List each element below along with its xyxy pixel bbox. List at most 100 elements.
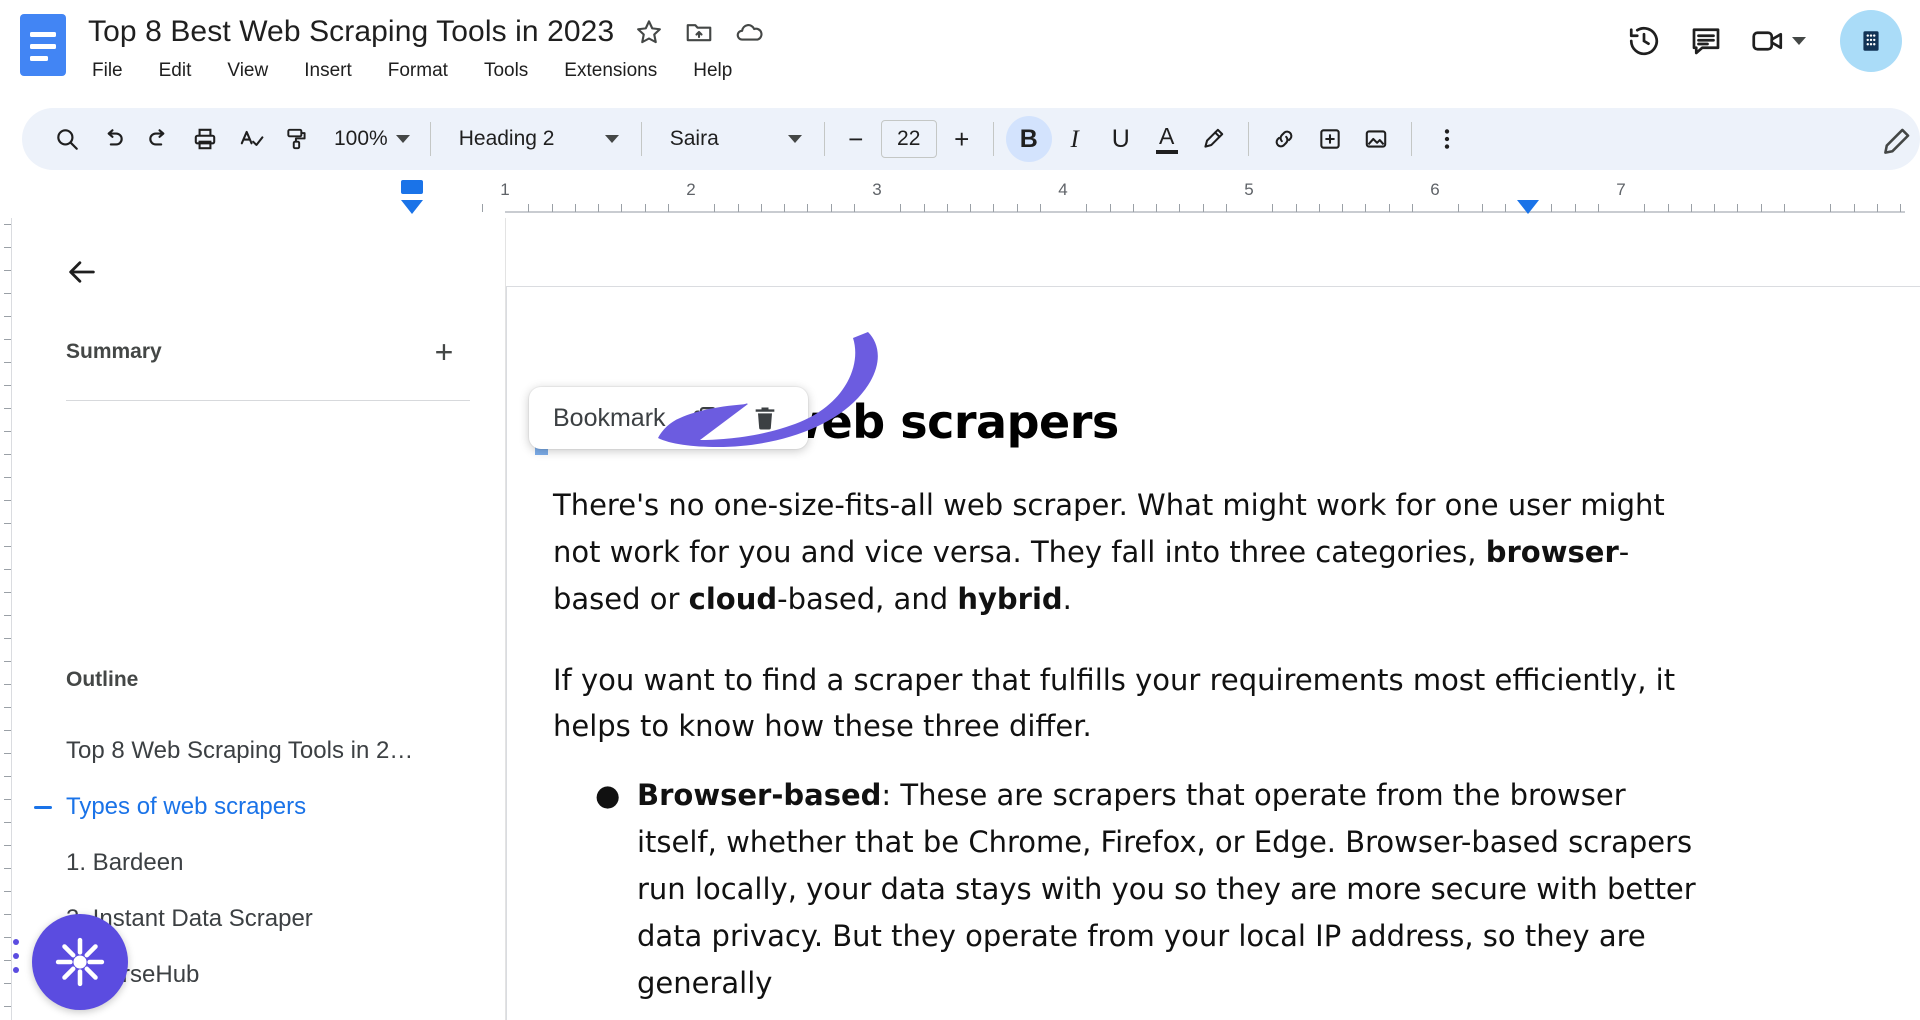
divider	[640, 122, 642, 156]
menu-item-file[interactable]: File	[88, 58, 127, 84]
vertical-ruler-tick	[4, 730, 11, 731]
increase-font-size-button[interactable]: +	[943, 120, 981, 158]
font-family-selector[interactable]: Saira	[654, 123, 812, 155]
ruler-tick	[1783, 204, 1785, 212]
search-icon[interactable]	[44, 116, 90, 162]
bold-button[interactable]: B	[1005, 116, 1052, 162]
list-item[interactable]: ● Browser-based: These are scrapers that …	[553, 772, 1713, 1007]
decrease-font-size-button[interactable]: −	[837, 120, 875, 158]
bullet-glyph-icon: ●	[595, 778, 621, 813]
star-icon[interactable]	[634, 17, 664, 47]
ruler-tick	[1086, 204, 1088, 212]
summary-label: Summary	[66, 340, 162, 363]
left-indent-marker[interactable]	[401, 200, 423, 214]
ruler-tick	[551, 204, 553, 212]
ruler-tick	[760, 204, 762, 212]
vertical-ruler-tick	[4, 454, 11, 455]
document-paragraph-1[interactable]: There's no one-size-fits-all web scraper…	[553, 482, 1713, 623]
menu-item-extensions[interactable]: Extensions	[560, 58, 661, 84]
version-history-icon[interactable]	[1626, 23, 1662, 59]
print-icon[interactable]	[182, 116, 228, 162]
sidebar-item-types-of-web-scrapers[interactable]: Types of web scrapers	[12, 779, 505, 835]
add-comment-icon[interactable]	[1307, 116, 1353, 162]
document-page[interactable]: Types of web scrapers There's no one-siz…	[506, 286, 1920, 1020]
ruler-number: 5	[1244, 180, 1254, 199]
ruler-tick	[1830, 204, 1832, 212]
undo-icon[interactable]	[90, 116, 136, 162]
cloud-saved-icon[interactable]	[734, 17, 764, 47]
move-to-folder-icon[interactable]	[684, 17, 714, 47]
paragraph-style-selector[interactable]: Heading 2	[443, 123, 629, 155]
insert-image-icon[interactable]	[1353, 116, 1399, 162]
ruler-tick	[1179, 204, 1181, 212]
menu-item-help[interactable]: Help	[689, 58, 736, 84]
comment-icon[interactable]	[1688, 23, 1724, 59]
insert-link-icon[interactable]	[1261, 116, 1307, 162]
back-arrow-icon[interactable]	[56, 246, 108, 298]
horizontal-ruler[interactable]: 1 2 3 4 5 6 7	[0, 180, 1920, 216]
video-call-icon[interactable]	[1750, 23, 1786, 59]
video-call-caret-icon[interactable]	[1792, 37, 1806, 45]
bullet-1-bold: Browser-based	[637, 778, 882, 813]
ruler-tick	[1667, 204, 1669, 212]
video-call-button[interactable]	[1750, 23, 1806, 59]
google-docs-icon[interactable]	[20, 14, 66, 76]
text-color-button[interactable]: A	[1144, 116, 1190, 162]
bookmark-popup-label: Bookmark	[553, 403, 666, 432]
sidebar-item-top-8-web-scraping-tools-in-2[interactable]: Top 8 Web Scraping Tools in 2…	[12, 723, 505, 779]
ruler-tick	[900, 204, 902, 212]
spellcheck-icon[interactable]	[228, 116, 274, 162]
font-size-input[interactable]	[880, 120, 937, 158]
add-summary-button[interactable]: +	[422, 330, 466, 374]
first-line-indent-marker[interactable]	[401, 180, 423, 194]
paint-format-icon[interactable]	[274, 116, 320, 162]
menu-item-edit[interactable]: Edit	[155, 58, 196, 84]
ruler-tick	[830, 204, 832, 212]
underline-button[interactable]: U	[1098, 116, 1144, 162]
vertical-ruler-tick	[4, 385, 11, 386]
ruler-tick	[621, 204, 623, 212]
drag-dots-icon[interactable]	[12, 934, 26, 988]
vertical-ruler-tick	[4, 822, 11, 823]
paragraph-style-value: Heading 2	[458, 127, 555, 150]
ruler-track[interactable]: 1 2 3 4 5 6 7	[401, 180, 1905, 216]
zoom-selector[interactable]: 100%	[320, 123, 418, 155]
page-title[interactable]: Top 8 Best Web Scraping Tools in 2023	[88, 15, 614, 49]
menu-bar: File Edit View Insert Format Tools Exten…	[88, 58, 736, 84]
collapse-toggle-icon[interactable]	[34, 805, 52, 809]
paragraph-1-mid-2: -based, and	[777, 581, 958, 616]
menu-item-view[interactable]: View	[223, 58, 272, 84]
ruler-number: 1	[500, 180, 510, 199]
vertical-ruler-tick	[4, 477, 11, 478]
redo-icon[interactable]	[136, 116, 182, 162]
pencil-edit-mode-icon[interactable]	[1872, 118, 1920, 166]
outline-label: Outline	[66, 668, 139, 691]
document-area[interactable]: Types of web scrapers There's no one-siz…	[506, 218, 1920, 1020]
avatar[interactable]	[1840, 10, 1902, 72]
ruler-tick	[1039, 204, 1041, 212]
italic-button[interactable]: I	[1052, 116, 1098, 162]
vertical-ruler-tick	[4, 339, 11, 340]
vertical-ruler-tick	[4, 615, 11, 616]
bardeen-sunburst-icon[interactable]	[32, 914, 128, 1010]
vertical-ruler-tick	[4, 1006, 11, 1007]
highlight-pen-icon[interactable]	[1190, 116, 1236, 162]
bookmark-popup[interactable]: Bookmark	[529, 387, 808, 449]
ruler-tick	[1900, 204, 1901, 212]
menu-item-tools[interactable]: Tools	[480, 58, 532, 84]
more-options-icon[interactable]	[1424, 116, 1470, 162]
ruler-tick	[1411, 204, 1413, 212]
sidebar-item-label: 1. Bardeen	[66, 849, 184, 876]
ruler-tick	[1876, 204, 1878, 212]
document-paragraph-2[interactable]: If you want to find a scraper that fulfi…	[553, 657, 1713, 751]
ruler-tick	[737, 204, 739, 212]
sidebar-item-1-bardeen[interactable]: 1. Bardeen	[12, 835, 505, 891]
menu-item-insert[interactable]: Insert	[300, 58, 356, 84]
right-indent-marker[interactable]	[1517, 200, 1539, 214]
menu-item-format[interactable]: Format	[384, 58, 452, 84]
paragraph-1-bold-browser: browser	[1485, 534, 1619, 569]
copy-link-icon[interactable]	[684, 397, 726, 439]
delete-trash-icon[interactable]	[744, 397, 786, 439]
vertical-ruler-tick	[4, 523, 11, 524]
chevron-down-icon	[395, 135, 410, 143]
